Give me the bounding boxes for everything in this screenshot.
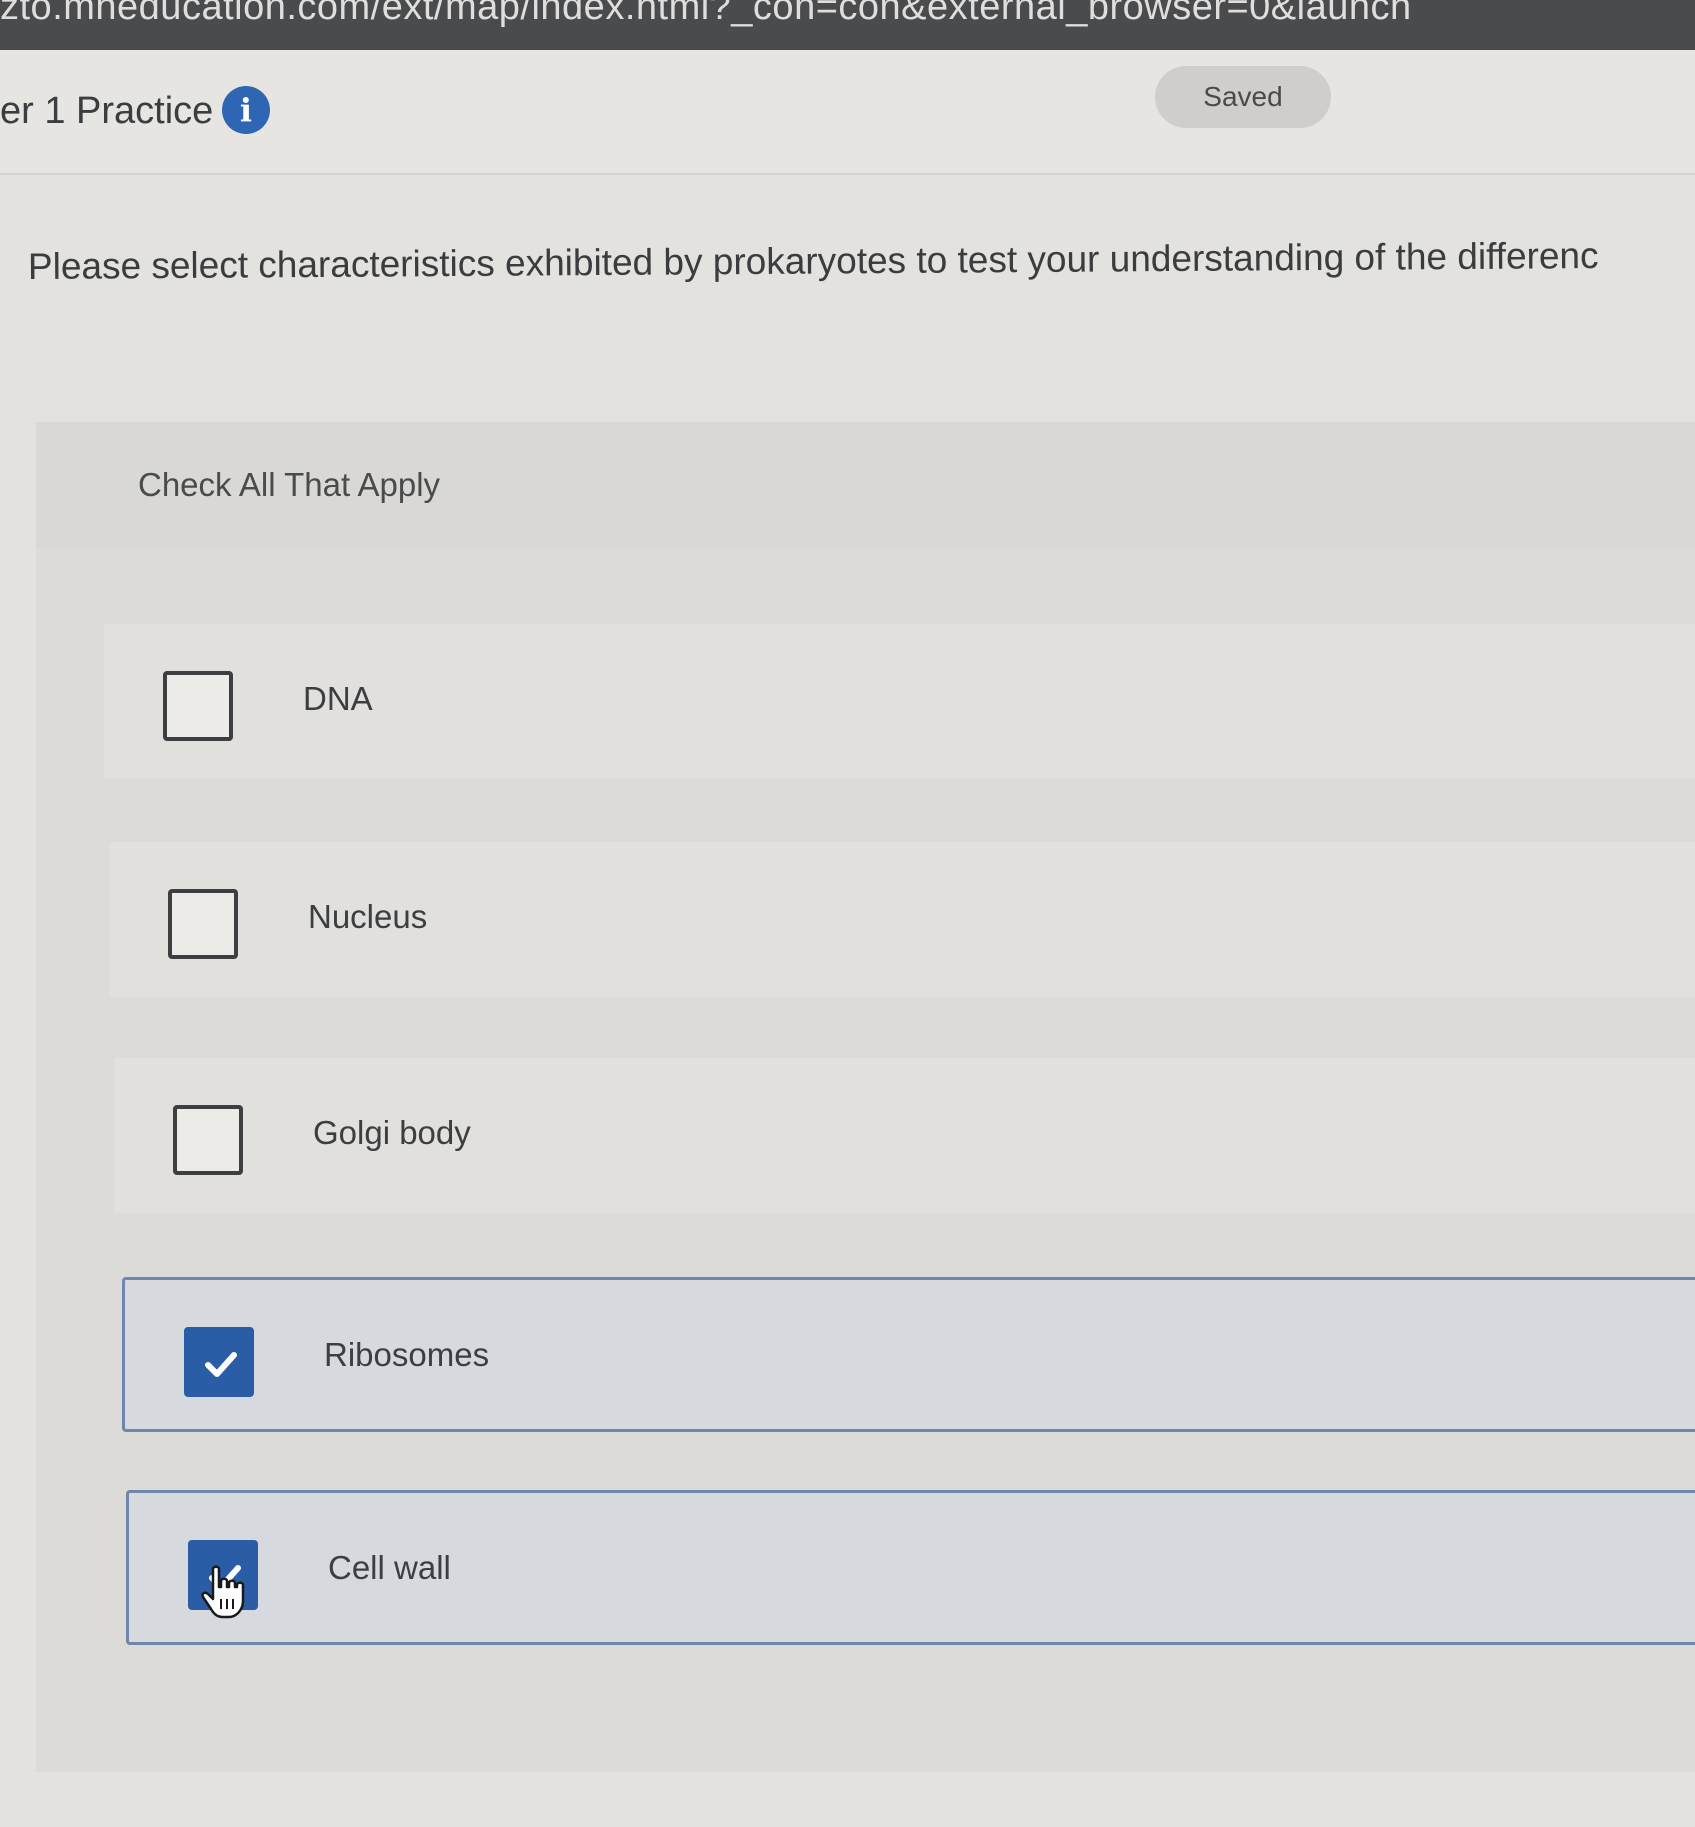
page-title: er 1 Practice: [0, 90, 214, 132]
instruction-text: Check All That Apply: [138, 466, 441, 503]
page: zto.mheducation.com/ext/map/index.html?_…: [0, 0, 1695, 1827]
checkmark-icon: [205, 1352, 237, 1377]
option-label: Golgi body: [313, 1114, 471, 1151]
saved-status-badge: Saved: [1155, 66, 1331, 128]
question-card: Check All That Apply DNA Nucleus Golgi b…: [36, 422, 1695, 1772]
option-label: DNA: [303, 680, 373, 717]
assignment-header: er 1 Practice i Saved: [0, 50, 1695, 175]
checkbox[interactable]: [173, 1105, 243, 1175]
option-dna[interactable]: DNA: [104, 624, 1695, 779]
option-nucleus[interactable]: Nucleus: [109, 842, 1695, 997]
option-ribosomes[interactable]: Ribosomes: [122, 1277, 1695, 1432]
hand-cursor-icon: [201, 1565, 245, 1619]
option-golgi-body[interactable]: Golgi body: [114, 1058, 1695, 1213]
info-icon[interactable]: i: [222, 86, 270, 134]
checkbox-checked[interactable]: [184, 1327, 254, 1397]
option-label: Cell wall: [328, 1549, 451, 1586]
option-label: Ribosomes: [324, 1336, 490, 1373]
browser-url-bar[interactable]: zto.mheducation.com/ext/map/index.html?_…: [0, 0, 1695, 50]
option-label: Nucleus: [308, 898, 428, 935]
card-header: Check All That Apply: [36, 422, 1695, 547]
question-prompt: Please select characteristics exhibited …: [27, 235, 1599, 287]
option-cell-wall[interactable]: Cell wall: [126, 1490, 1695, 1645]
checkbox[interactable]: [168, 889, 238, 959]
checkbox[interactable]: [163, 671, 233, 741]
url-text[interactable]: zto.mheducation.com/ext/map/index.html?_…: [0, 0, 1412, 29]
